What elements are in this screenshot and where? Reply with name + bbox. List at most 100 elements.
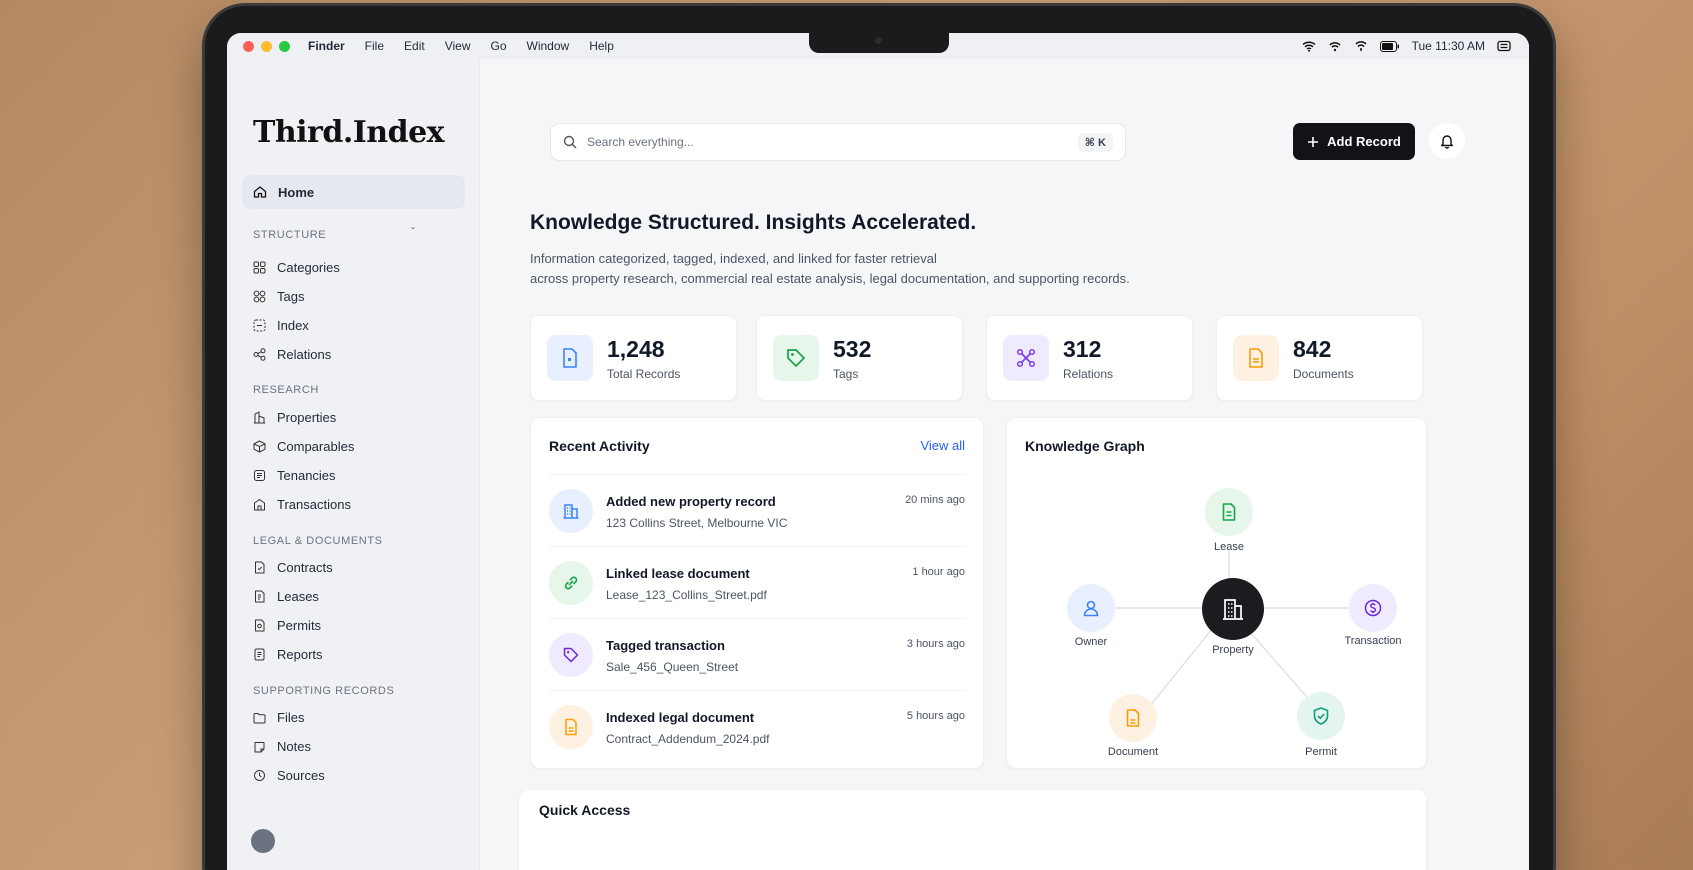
activity-subtitle: Contract_Addendum_2024.pdf xyxy=(606,732,770,746)
sidebar-item-comparables[interactable]: Comparables xyxy=(253,435,354,457)
network-icon xyxy=(1016,348,1036,368)
note-icon xyxy=(254,741,265,752)
menu-window[interactable]: Window xyxy=(527,39,570,53)
section-title: LEGAL & DOCUMENTS xyxy=(253,535,383,547)
card-title: Recent Activity xyxy=(549,438,650,454)
add-record-label: Add Record xyxy=(1327,134,1401,149)
graph-node-transaction[interactable] xyxy=(1349,584,1397,632)
sidebar-item-files[interactable]: Files xyxy=(253,706,304,728)
sidebar-item-label: Index xyxy=(277,317,309,333)
stat-icon-box xyxy=(1003,335,1049,381)
shield-check-icon xyxy=(1313,707,1329,725)
document-icon xyxy=(565,718,577,736)
sidebar-item-tenancies[interactable]: Tenancies xyxy=(253,464,336,486)
view-all-link[interactable]: View all xyxy=(920,438,965,453)
menu-clock[interactable]: Tue 11:30 AM xyxy=(1412,39,1485,53)
airdrop-icon[interactable] xyxy=(1328,40,1342,52)
sidebar-item-reports[interactable]: Reports xyxy=(253,643,323,665)
stat-value: 532 xyxy=(833,335,872,362)
sidebar: Third.Index Home STRUCTURE ˇ Categories … xyxy=(227,59,480,870)
cube-icon xyxy=(253,440,266,452)
stat-card-total-records[interactable]: 1,248 Total Records xyxy=(530,315,737,401)
tags-icon xyxy=(253,290,266,302)
sidebar-item-label: Sources xyxy=(277,767,325,783)
search-bar[interactable]: ⌘ K xyxy=(550,123,1126,161)
sidebar-item-transactions[interactable]: Transactions xyxy=(253,493,351,515)
store-icon xyxy=(254,498,265,510)
quick-access-card: Quick Access xyxy=(518,789,1427,870)
sidebar-item-properties[interactable]: Properties xyxy=(253,406,336,428)
sidebar-item-sources[interactable]: Sources xyxy=(253,764,325,786)
minimize-window-button[interactable] xyxy=(261,40,272,52)
menu-file[interactable]: File xyxy=(365,39,384,53)
menu-go[interactable]: Go xyxy=(491,39,507,53)
sidebar-item-label: Leases xyxy=(277,588,319,604)
sidebar-item-relations[interactable]: Relations xyxy=(253,343,331,365)
sidebar-item-permits[interactable]: Permits xyxy=(253,614,321,636)
activity-item[interactable]: Tagged transaction Sale_456_Queen_Street… xyxy=(549,618,965,690)
sidebar-item-label: Tenancies xyxy=(277,467,336,483)
knowledge-graph-card: Knowledge Graph Property Lease Owner Tra… xyxy=(1006,417,1427,769)
activity-title: Linked lease document xyxy=(606,566,750,581)
app-logo[interactable]: Third.Index xyxy=(253,115,445,150)
tag-icon xyxy=(563,647,579,663)
graph-node-owner[interactable] xyxy=(1067,584,1115,632)
menu-app[interactable]: Finder xyxy=(308,39,345,53)
activity-time: 20 mins ago xyxy=(905,494,965,506)
building-icon xyxy=(1223,599,1243,620)
sidebar-item-label: Relations xyxy=(277,346,332,362)
stat-value: 1,248 xyxy=(607,335,665,362)
sidebar-item-tags[interactable]: Tags xyxy=(253,285,304,307)
building-icon xyxy=(254,410,265,423)
menu-view[interactable]: View xyxy=(445,39,471,53)
notifications-button[interactable] xyxy=(1429,123,1465,159)
sidebar-item-label: Notes xyxy=(277,738,311,754)
menu-help[interactable]: Help xyxy=(589,39,614,53)
control-icon[interactable] xyxy=(1354,40,1368,52)
activity-title: Indexed legal document xyxy=(606,710,755,725)
stat-card-documents[interactable]: 842 Documents xyxy=(1216,315,1423,401)
stat-card-tags[interactable]: 532 Tags xyxy=(756,315,963,401)
menu-extras: Tue 11:30 AM xyxy=(1302,33,1511,59)
sidebar-item-categories[interactable]: Categories xyxy=(253,256,340,278)
wifi-icon[interactable] xyxy=(1302,40,1316,52)
activity-item[interactable]: Added new property record 123 Collins St… xyxy=(549,474,965,546)
graph-node-lease[interactable] xyxy=(1205,488,1253,536)
graph-node-document[interactable] xyxy=(1109,694,1157,742)
activity-title: Tagged transaction xyxy=(606,638,725,653)
plus-icon xyxy=(1308,136,1319,147)
control-center-icon[interactable] xyxy=(1497,40,1511,52)
folder-icon xyxy=(253,712,266,723)
sidebar-item-index[interactable]: Index xyxy=(253,314,309,336)
activity-subtitle: 123 Collins Street, Melbourne VIC xyxy=(606,516,788,530)
main-content: ⌘ K Add Record Knowledge Structured. Ins… xyxy=(480,59,1529,870)
menu-edit[interactable]: Edit xyxy=(404,39,425,53)
section-title: STRUCTURE xyxy=(253,229,327,241)
sidebar-item-label: Tags xyxy=(277,288,305,304)
battery-icon[interactable] xyxy=(1379,40,1400,52)
stat-label: Documents xyxy=(1293,366,1354,381)
search-input[interactable] xyxy=(587,135,1068,149)
close-window-button[interactable] xyxy=(243,40,254,52)
collapse-chevron-icon[interactable]: ˇ xyxy=(411,225,416,239)
activity-icon-box xyxy=(549,489,593,533)
graph-node-permit[interactable] xyxy=(1297,692,1345,740)
avatar[interactable] xyxy=(251,829,275,853)
sidebar-item-notes[interactable]: Notes xyxy=(253,735,311,757)
stat-icon-box xyxy=(773,335,819,381)
recent-activity-card: Recent Activity View all Added new prope… xyxy=(530,417,984,769)
sidebar-item-leases[interactable]: Leases xyxy=(253,585,319,607)
sidebar-item-label: Home xyxy=(278,184,315,200)
sidebar-item-contracts[interactable]: Contracts xyxy=(253,556,333,578)
zoom-window-button[interactable] xyxy=(279,40,290,52)
graph-node-property[interactable] xyxy=(1202,578,1264,640)
description-line: across property research, commercial rea… xyxy=(530,271,1130,286)
activity-item[interactable]: Indexed legal document Contract_Addendum… xyxy=(549,690,965,762)
sidebar-item-home[interactable]: Home xyxy=(242,175,465,209)
add-record-button[interactable]: Add Record xyxy=(1293,123,1415,160)
stat-card-relations[interactable]: 312 Relations xyxy=(986,315,1193,401)
menu-items: Finder File Edit View Go Window Help xyxy=(308,39,614,53)
activity-item[interactable]: Linked lease document Lease_123_Collins_… xyxy=(549,546,965,618)
grid-icon xyxy=(253,261,266,273)
activity-subtitle: Lease_123_Collins_Street.pdf xyxy=(606,588,767,602)
